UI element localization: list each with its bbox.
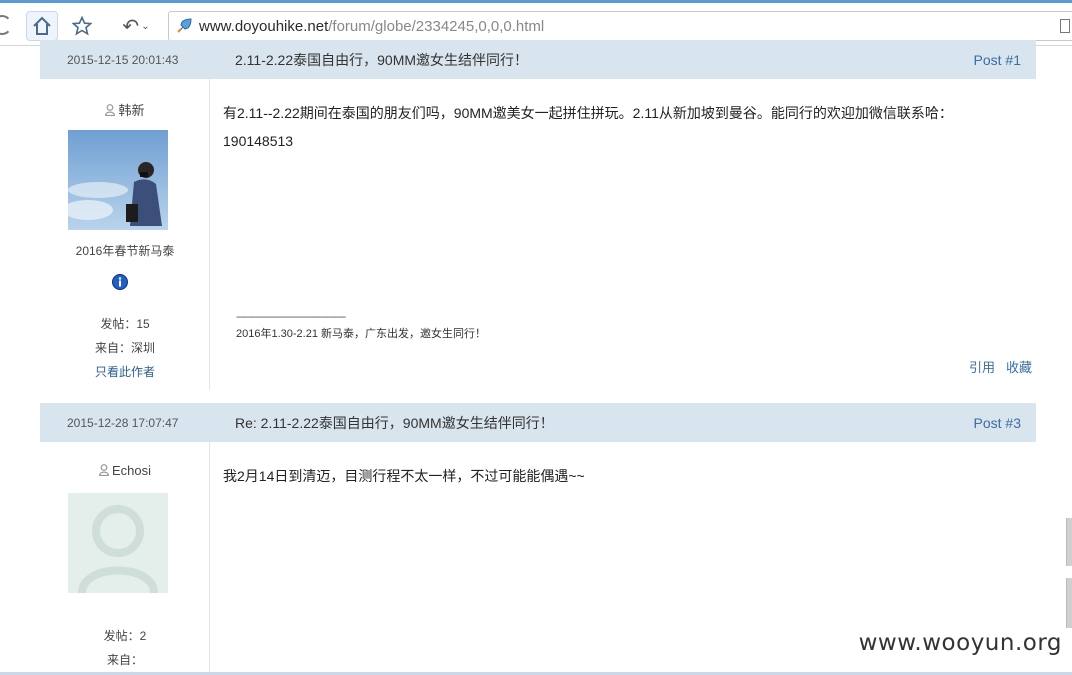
user-icon [98, 464, 109, 476]
post-text: 190148513 [223, 133, 294, 149]
quote-link[interactable]: 引用 [969, 357, 995, 376]
post-content: 我2月14日到清迈，目测行程不太一样，不过可能能偶遇~~ [223, 462, 585, 490]
favorite-star-button[interactable] [67, 11, 97, 41]
undo-icon: ↶ [122, 14, 140, 38]
qr-code-icon[interactable] [1060, 19, 1070, 33]
username-text: Echosi [111, 463, 152, 478]
home-icon [33, 16, 51, 35]
signature: ----------------------------------------… [236, 311, 486, 341]
post-number-link[interactable]: Post #3 [974, 415, 1021, 431]
default-avatar[interactable] [68, 493, 168, 593]
username[interactable]: 韩新 [40, 100, 210, 119]
user-icon [105, 104, 116, 116]
star-icon [72, 16, 92, 36]
user-info-column: Echosi 发帖：2 来自： [40, 442, 210, 672]
url-path: /forum/globe/2334245,0,0,0.html [328, 17, 545, 35]
info-icon[interactable] [112, 274, 128, 290]
post-content: 有2.11--2.22期间在泰国的朋友们吗，90MM邀美女一起拼住拼玩。2.11… [223, 99, 953, 155]
scrollbar-thumb[interactable] [1066, 518, 1072, 566]
username-text: 韩新 [118, 103, 145, 118]
only-author-link[interactable]: 只看此作者 [40, 363, 210, 380]
user-title: 2016年春节新马泰 [75, 244, 175, 258]
post-text: 有2.11--2.22期间在泰国的朋友们吗，90MM邀美女一起拼住拼玩。2.11… [223, 105, 953, 121]
reload-icon[interactable] [0, 15, 12, 35]
username[interactable]: Echosi [40, 463, 210, 478]
user-info-column: 韩新 2016年春节新马泰 发帖：15 来自：深圳 只看此作者 [40, 79, 210, 390]
post-date: 2015-12-28 17:07:47 [67, 415, 179, 430]
post-title: 2.11-2.22泰国自由行，90MM邀女生结伴同行！ [235, 51, 529, 68]
signature-divider: ----------------------------------------… [236, 311, 346, 323]
avatar[interactable] [68, 130, 168, 230]
rocket-icon [169, 12, 199, 40]
post-title: Re: 2.11-2.22泰国自由行，90MM邀女生结伴同行！ [235, 414, 554, 431]
post-text: 我2月14日到清迈，目测行程不太一样，不过可能能偶遇~~ [223, 468, 585, 484]
post-header: 2015-12-28 17:07:47 Re: 2.11-2.22泰国自由行，9… [40, 403, 1036, 442]
user-location: 来自： [106, 653, 143, 667]
address-url: www.doyouhike.net/forum/globe/2334245,0,… [199, 18, 544, 35]
url-domain: www.doyouhike.net [199, 17, 329, 35]
post-count: 发帖：15 [100, 317, 150, 331]
scrollbar-thumb[interactable] [1066, 578, 1072, 628]
watermark: www.wooyun.org [858, 630, 1062, 656]
undo-button[interactable]: ↶ ⌄ [116, 11, 156, 41]
post-date: 2015-12-15 20:01:43 [67, 52, 179, 67]
post-number-link[interactable]: Post #1 [974, 52, 1021, 68]
post-header: 2015-12-15 20:01:43 2.11-2.22泰国自由行，90MM邀… [40, 40, 1036, 79]
user-location: 来自：深圳 [94, 341, 155, 355]
address-bar[interactable]: www.doyouhike.net/forum/globe/2334245,0,… [168, 11, 1072, 41]
home-button[interactable] [26, 11, 58, 41]
chevron-down-icon: ⌄ [141, 20, 150, 32]
signature-text: 2016年1.30-2.21 新马泰，广东出发，邀女生同行！ [236, 328, 487, 340]
post-count: 发帖：2 [103, 629, 147, 643]
favorite-link[interactable]: 收藏 [1006, 357, 1032, 376]
